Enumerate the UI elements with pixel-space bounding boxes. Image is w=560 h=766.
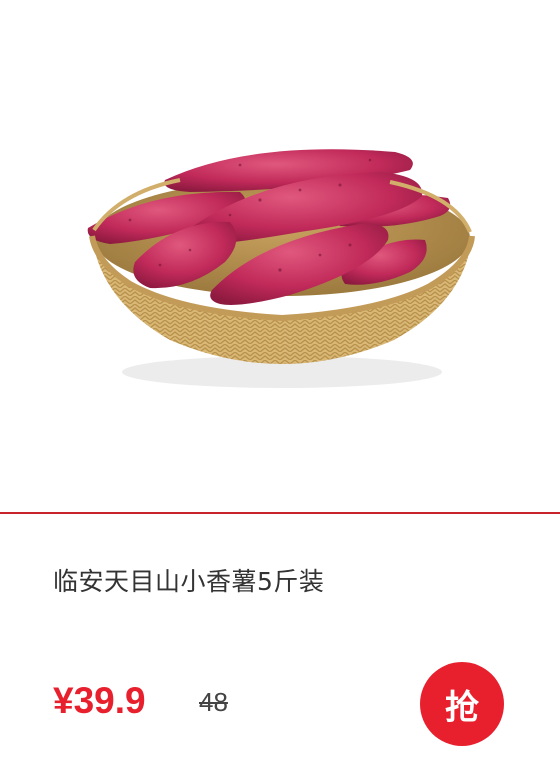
product-image[interactable] xyxy=(0,0,560,512)
divider xyxy=(0,512,560,514)
product-title[interactable]: 临安天目山小香薯5斤装 xyxy=(53,562,324,598)
sweet-potato-basket-illustration xyxy=(87,149,475,388)
sale-price: ¥39.9 xyxy=(53,680,146,721)
original-price: 48 xyxy=(199,687,228,717)
grab-buy-button[interactable]: 抢 xyxy=(420,662,504,746)
